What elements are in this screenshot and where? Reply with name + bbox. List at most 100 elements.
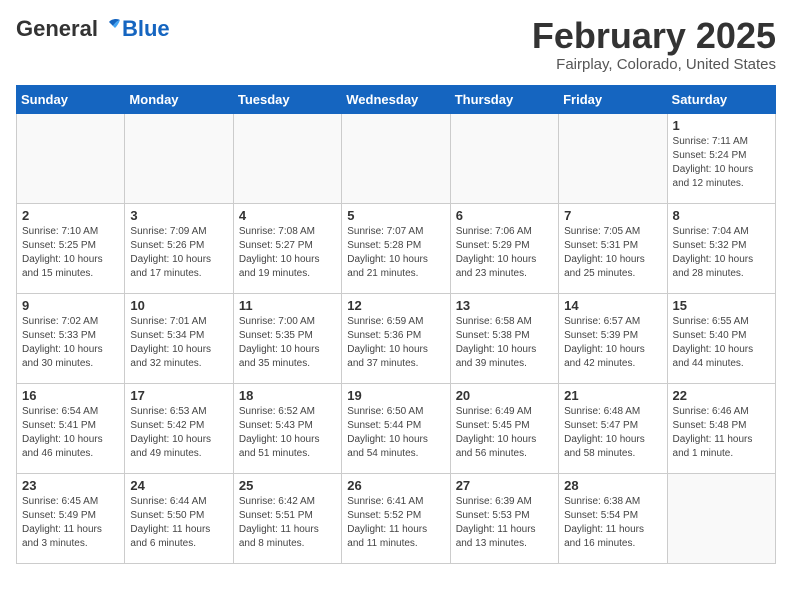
day-info: Sunrise: 7:00 AM Sunset: 5:35 PM Dayligh… — [239, 315, 336, 371]
week-row-2: 2 Sunrise: 7:10 AM Sunset: 5:25 PM Daylig… — [17, 203, 776, 293]
day-number: 9 — [22, 298, 119, 313]
week-row-3: 9 Sunrise: 7:02 AM Sunset: 5:33 PM Daylig… — [17, 293, 776, 383]
day-cell: 19 Sunrise: 6:50 AM Sunset: 5:44 PM Dayli… — [342, 383, 450, 473]
day-info: Sunrise: 6:52 AM Sunset: 5:43 PM Dayligh… — [239, 405, 336, 461]
day-info: Sunrise: 6:50 AM Sunset: 5:44 PM Dayligh… — [347, 405, 444, 461]
title-area: February 2025 Fairplay, Colorado, United… — [532, 16, 776, 73]
day-info: Sunrise: 6:55 AM Sunset: 5:40 PM Dayligh… — [673, 315, 770, 371]
day-cell: 10 Sunrise: 7:01 AM Sunset: 5:34 PM Dayli… — [125, 293, 233, 383]
logo-general: General — [16, 16, 98, 42]
month-title: February 2025 — [532, 16, 776, 56]
day-cell: 3 Sunrise: 7:09 AM Sunset: 5:26 PM Daylig… — [125, 203, 233, 293]
day-number: 14 — [564, 298, 661, 313]
day-number: 6 — [456, 208, 553, 223]
day-info: Sunrise: 6:39 AM Sunset: 5:53 PM Dayligh… — [456, 495, 553, 551]
day-cell — [667, 473, 775, 563]
calendar-header: General Blue February 2025 Fairplay, Col… — [16, 16, 776, 73]
day-number: 10 — [130, 298, 227, 313]
day-info: Sunrise: 6:41 AM Sunset: 5:52 PM Dayligh… — [347, 495, 444, 551]
day-info: Sunrise: 7:02 AM Sunset: 5:33 PM Dayligh… — [22, 315, 119, 371]
day-number: 16 — [22, 388, 119, 403]
day-cell: 25 Sunrise: 6:42 AM Sunset: 5:51 PM Dayli… — [233, 473, 341, 563]
day-cell: 28 Sunrise: 6:38 AM Sunset: 5:54 PM Dayli… — [559, 473, 667, 563]
day-number: 21 — [564, 388, 661, 403]
day-cell: 17 Sunrise: 6:53 AM Sunset: 5:42 PM Dayli… — [125, 383, 233, 473]
weekday-header-tuesday: Tuesday — [233, 85, 341, 113]
day-info: Sunrise: 7:05 AM Sunset: 5:31 PM Dayligh… — [564, 225, 661, 281]
day-number: 4 — [239, 208, 336, 223]
day-info: Sunrise: 6:58 AM Sunset: 5:38 PM Dayligh… — [456, 315, 553, 371]
day-cell: 11 Sunrise: 7:00 AM Sunset: 5:35 PM Dayli… — [233, 293, 341, 383]
day-number: 15 — [673, 298, 770, 313]
day-number: 28 — [564, 478, 661, 493]
day-cell: 23Sunrise: 6:45 AM Sunset: 5:49 PM Dayli… — [17, 473, 125, 563]
day-info: Sunrise: 7:10 AM Sunset: 5:25 PM Dayligh… — [22, 225, 119, 281]
day-cell: 16Sunrise: 6:54 AM Sunset: 5:41 PM Dayli… — [17, 383, 125, 473]
day-cell — [233, 113, 341, 203]
day-info: Sunrise: 6:53 AM Sunset: 5:42 PM Dayligh… — [130, 405, 227, 461]
week-row-4: 16Sunrise: 6:54 AM Sunset: 5:41 PM Dayli… — [17, 383, 776, 473]
day-cell — [125, 113, 233, 203]
day-info: Sunrise: 6:44 AM Sunset: 5:50 PM Dayligh… — [130, 495, 227, 551]
day-number: 8 — [673, 208, 770, 223]
day-cell: 21 Sunrise: 6:48 AM Sunset: 5:47 PM Dayli… — [559, 383, 667, 473]
day-info: Sunrise: 6:42 AM Sunset: 5:51 PM Dayligh… — [239, 495, 336, 551]
day-number: 20 — [456, 388, 553, 403]
day-cell: 2 Sunrise: 7:10 AM Sunset: 5:25 PM Daylig… — [17, 203, 125, 293]
day-cell: 9 Sunrise: 7:02 AM Sunset: 5:33 PM Daylig… — [17, 293, 125, 383]
day-number: 18 — [239, 388, 336, 403]
day-info: Sunrise: 6:38 AM Sunset: 5:54 PM Dayligh… — [564, 495, 661, 551]
day-number: 27 — [456, 478, 553, 493]
day-number: 1 — [673, 118, 770, 133]
weekday-header-sunday: Sunday — [17, 85, 125, 113]
calendar-table: SundayMondayTuesdayWednesdayThursdayFrid… — [16, 85, 776, 564]
week-row-5: 23Sunrise: 6:45 AM Sunset: 5:49 PM Dayli… — [17, 473, 776, 563]
day-cell: 24Sunrise: 6:44 AM Sunset: 5:50 PM Dayli… — [125, 473, 233, 563]
day-info: Sunrise: 7:01 AM Sunset: 5:34 PM Dayligh… — [130, 315, 227, 371]
day-cell: 6 Sunrise: 7:06 AM Sunset: 5:29 PM Daylig… — [450, 203, 558, 293]
day-info: Sunrise: 6:57 AM Sunset: 5:39 PM Dayligh… — [564, 315, 661, 371]
day-cell: 26 Sunrise: 6:41 AM Sunset: 5:52 PM Dayli… — [342, 473, 450, 563]
day-info: Sunrise: 7:06 AM Sunset: 5:29 PM Dayligh… — [456, 225, 553, 281]
day-number: 19 — [347, 388, 444, 403]
day-cell: 5Sunrise: 7:07 AM Sunset: 5:28 PM Daylig… — [342, 203, 450, 293]
day-number: 2 — [22, 208, 119, 223]
day-cell: 7 Sunrise: 7:05 AM Sunset: 5:31 PM Daylig… — [559, 203, 667, 293]
location: Fairplay, Colorado, United States — [532, 56, 776, 73]
day-cell — [342, 113, 450, 203]
day-cell: 8 Sunrise: 7:04 AM Sunset: 5:32 PM Daylig… — [667, 203, 775, 293]
day-number: 11 — [239, 298, 336, 313]
weekday-header-saturday: Saturday — [667, 85, 775, 113]
day-info: Sunrise: 6:48 AM Sunset: 5:47 PM Dayligh… — [564, 405, 661, 461]
day-number: 12 — [347, 298, 444, 313]
day-info: Sunrise: 7:09 AM Sunset: 5:26 PM Dayligh… — [130, 225, 227, 281]
day-cell: 13Sunrise: 6:58 AM Sunset: 5:38 PM Dayli… — [450, 293, 558, 383]
weekday-header-friday: Friday — [559, 85, 667, 113]
day-number: 26 — [347, 478, 444, 493]
day-cell: 4 Sunrise: 7:08 AM Sunset: 5:27 PM Daylig… — [233, 203, 341, 293]
logo-bird-icon — [99, 18, 121, 36]
day-cell: 12 Sunrise: 6:59 AM Sunset: 5:36 PM Dayli… — [342, 293, 450, 383]
day-cell: 20 Sunrise: 6:49 AM Sunset: 5:45 PM Dayli… — [450, 383, 558, 473]
logo-blue: Blue — [122, 16, 170, 42]
day-cell: 15 Sunrise: 6:55 AM Sunset: 5:40 PM Dayli… — [667, 293, 775, 383]
day-cell — [17, 113, 125, 203]
weekday-header-wednesday: Wednesday — [342, 85, 450, 113]
day-info: Sunrise: 6:46 AM Sunset: 5:48 PM Dayligh… — [673, 405, 770, 461]
weekday-header-thursday: Thursday — [450, 85, 558, 113]
day-cell: 18 Sunrise: 6:52 AM Sunset: 5:43 PM Dayli… — [233, 383, 341, 473]
day-info: Sunrise: 6:45 AM Sunset: 5:49 PM Dayligh… — [22, 495, 119, 551]
day-info: Sunrise: 7:08 AM Sunset: 5:27 PM Dayligh… — [239, 225, 336, 281]
day-number: 3 — [130, 208, 227, 223]
day-number: 25 — [239, 478, 336, 493]
day-info: Sunrise: 7:11 AM Sunset: 5:24 PM Dayligh… — [673, 135, 770, 191]
weekday-header-row: SundayMondayTuesdayWednesdayThursdayFrid… — [17, 85, 776, 113]
day-number: 7 — [564, 208, 661, 223]
weekday-header-monday: Monday — [125, 85, 233, 113]
day-cell: 22Sunrise: 6:46 AM Sunset: 5:48 PM Dayli… — [667, 383, 775, 473]
day-info: Sunrise: 6:59 AM Sunset: 5:36 PM Dayligh… — [347, 315, 444, 371]
day-info: Sunrise: 6:49 AM Sunset: 5:45 PM Dayligh… — [456, 405, 553, 461]
day-cell: 27 Sunrise: 6:39 AM Sunset: 5:53 PM Dayli… — [450, 473, 558, 563]
day-number: 17 — [130, 388, 227, 403]
day-info: Sunrise: 7:04 AM Sunset: 5:32 PM Dayligh… — [673, 225, 770, 281]
